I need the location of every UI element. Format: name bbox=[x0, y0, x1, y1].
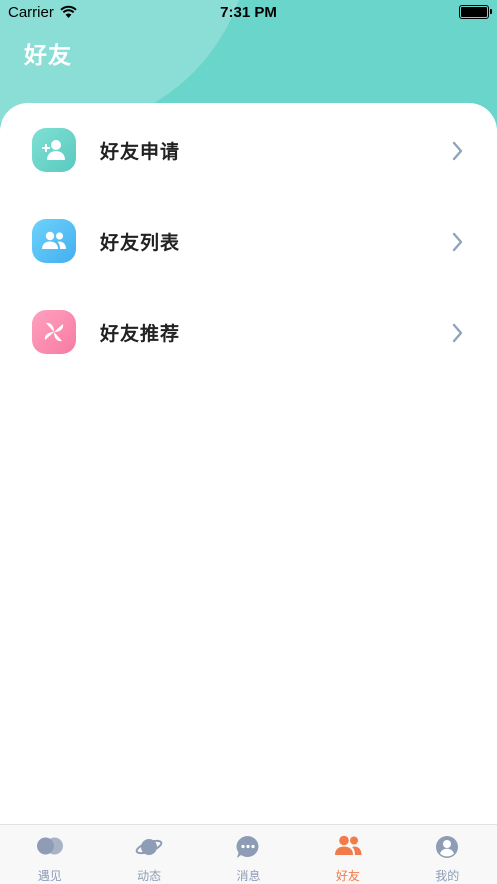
friend-recommend-item[interactable]: 好友推荐 bbox=[0, 298, 497, 368]
page-title: 好友 bbox=[24, 43, 72, 69]
chevron-right-icon bbox=[452, 141, 463, 165]
chevron-right-icon bbox=[452, 232, 463, 256]
tab-label: 我的 bbox=[435, 869, 460, 883]
tab-moments[interactable]: 动态 bbox=[99, 825, 198, 884]
encounter-icon bbox=[36, 835, 64, 861]
tab-label: 消息 bbox=[236, 869, 261, 883]
tab-profile[interactable]: 我的 bbox=[398, 825, 497, 884]
tab-messages[interactable]: 消息 bbox=[199, 825, 298, 884]
tab-label: 好友 bbox=[335, 869, 360, 883]
friends-list-label: 好友列表 bbox=[100, 232, 181, 254]
pinwheel-icon bbox=[32, 310, 76, 354]
tab-friends[interactable]: 好友 bbox=[298, 825, 397, 884]
chevron-right-icon bbox=[452, 323, 463, 347]
friends-list-item[interactable]: 好友列表 bbox=[0, 207, 497, 277]
status-bar: Carrier 7:31 PM bbox=[0, 0, 497, 26]
content-card: 好友申请 好友列表 好友推荐 bbox=[0, 103, 497, 824]
tab-label: 动态 bbox=[137, 869, 162, 883]
friend-requests-label: 好友申请 bbox=[100, 141, 181, 163]
tab-bar: 遇见 动态 消息 好友 我的 bbox=[0, 824, 497, 884]
friends-list-icon bbox=[32, 219, 76, 263]
tab-encounter[interactable]: 遇见 bbox=[0, 825, 99, 884]
planet-icon bbox=[135, 835, 163, 863]
add-friend-icon bbox=[32, 128, 76, 172]
friend-requests-item[interactable]: 好友申请 bbox=[0, 116, 497, 186]
tab-label: 遇见 bbox=[37, 869, 62, 883]
friends-icon bbox=[333, 835, 363, 861]
clock: 7:31 PM bbox=[220, 4, 277, 21]
friend-recommend-label: 好友推荐 bbox=[100, 323, 181, 345]
message-icon bbox=[235, 835, 261, 863]
profile-icon bbox=[435, 835, 459, 863]
battery-icon bbox=[459, 5, 492, 19]
